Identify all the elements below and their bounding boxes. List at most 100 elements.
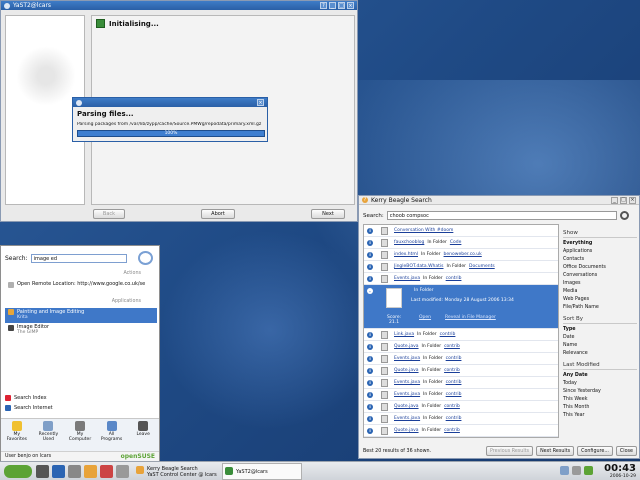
result-name[interactable]: Quote.java (394, 368, 419, 373)
info-icon[interactable]: i (367, 251, 373, 258)
collapse-icon[interactable]: - (367, 288, 373, 294)
show-filter-option[interactable]: Office Documents (563, 264, 637, 272)
file-manager-icon[interactable] (68, 465, 81, 478)
result-name[interactable]: JingleBOT.data.Whatis (394, 264, 444, 269)
last-modified-option[interactable]: This Month (563, 404, 637, 412)
result-folder[interactable]: contrib (446, 356, 462, 361)
result-folder[interactable]: Code (450, 240, 462, 245)
show-filter-option[interactable]: Everything (563, 240, 637, 248)
maximize-icon[interactable]: □ (338, 2, 345, 9)
result-name[interactable]: Events.java (394, 392, 420, 397)
show-filter-option[interactable]: Conversations (563, 272, 637, 280)
result-row[interactable]: i Quote.java In Folder contrib (364, 401, 558, 413)
info-icon[interactable]: i (367, 355, 373, 362)
search-index-link[interactable]: Search Index (5, 395, 47, 401)
tab-all-programs[interactable]: All Programs (96, 419, 128, 451)
last-modified-option[interactable]: Today (563, 380, 637, 388)
last-modified-option[interactable]: This Week (563, 396, 637, 404)
result-row[interactable]: i Events.java In Folder contrib (364, 389, 558, 401)
configure-button[interactable]: Configure... (577, 446, 613, 456)
result-name[interactable]: Events.java (394, 356, 420, 361)
info-icon[interactable]: i (367, 275, 373, 282)
show-filter-option[interactable]: Applications (563, 248, 637, 256)
desktop-pager-icon[interactable] (116, 465, 129, 478)
start-menu-button[interactable] (4, 465, 32, 478)
browser-icon[interactable] (52, 465, 65, 478)
minimize-icon[interactable]: _ (611, 196, 618, 204)
result-name[interactable]: Events.java (394, 380, 420, 385)
abort-button[interactable]: Abort (201, 209, 235, 219)
info-icon[interactable]: i (367, 239, 373, 246)
show-filter-option[interactable]: Images (563, 280, 637, 288)
update-icon[interactable] (584, 466, 593, 475)
info-icon[interactable]: i (367, 427, 373, 434)
search-icon[interactable] (138, 251, 153, 265)
show-filter-option[interactable]: Web Pages (563, 296, 637, 304)
result-folder[interactable]: contrib (444, 368, 460, 373)
home-icon[interactable] (84, 465, 97, 478)
result-row[interactable]: i Quote.java In Folder contrib (364, 341, 558, 353)
task-beagle[interactable]: Kerry Beagle Search YaST Control Center … (134, 463, 220, 480)
result-name[interactable]: fauxchooblog (394, 240, 424, 245)
info-icon[interactable]: i (367, 263, 373, 270)
result-folder[interactable]: contrib (446, 380, 462, 385)
beagle-titlebar[interactable]: ? Kerry Beagle Search _ □ × (359, 196, 639, 205)
search-internet-link[interactable]: Search Internet (5, 405, 53, 411)
result-name[interactable]: Link.java (394, 332, 414, 337)
sort-by-option[interactable]: Type (563, 326, 637, 334)
result-folder[interactable]: benoweber.co.uk (444, 252, 482, 257)
sort-by-option[interactable]: Relevance (563, 350, 637, 358)
sort-by-option[interactable]: Name (563, 342, 637, 350)
show-filter-option[interactable]: File/Path Name (563, 304, 637, 312)
result-row[interactable]: i Quote.java In Folder contrib (364, 425, 558, 437)
info-icon[interactable]: i (367, 391, 373, 398)
parsing-titlebar[interactable]: × (73, 98, 267, 107)
yast-titlebar[interactable]: YaST2@lcars ? _ □ × (1, 1, 357, 10)
show-filter-option[interactable]: Media (563, 288, 637, 296)
close-icon[interactable]: × (257, 99, 264, 106)
result-folder[interactable]: contrib (446, 392, 462, 397)
result-row[interactable]: i JingleBOT.data.Whatis In Folder Documents (364, 261, 558, 273)
result-folder[interactable]: contrib (446, 276, 462, 281)
result-name[interactable]: Quote.java (394, 404, 419, 409)
result-row-selected[interactable]: - In Folder Last modified: Monday 28 Augus… (364, 285, 558, 329)
result-row[interactable]: i Conversation With #doom (364, 225, 558, 237)
result-row[interactable]: i fauxchooblog In Folder Code (364, 237, 558, 249)
result-row[interactable]: i Link.java In Folder contrib (364, 329, 558, 341)
result-name[interactable]: Conversation With #doom (394, 228, 453, 233)
info-icon[interactable]: i (367, 367, 373, 374)
close-icon[interactable]: × (629, 196, 636, 204)
result-row[interactable]: i Events.java In Folder contrib (364, 413, 558, 425)
result-folder[interactable]: contrib (440, 332, 456, 337)
open-action[interactable]: Open (419, 315, 431, 320)
result-name[interactable]: Events.java (394, 416, 420, 421)
terminal-icon[interactable] (36, 465, 49, 478)
result-row[interactable]: i Events.java In Folder contrib (364, 377, 558, 389)
info-icon[interactable]: i (367, 415, 373, 422)
menu-item-gimp[interactable]: Image Editor The GIMP (5, 324, 157, 335)
tab-favorites[interactable]: My Favorites (1, 419, 33, 451)
last-modified-option[interactable]: Any Date (563, 372, 637, 380)
office-icon[interactable] (100, 465, 113, 478)
info-icon[interactable]: i (367, 227, 373, 234)
result-name[interactable]: index.html (394, 252, 418, 257)
result-folder[interactable]: contrib (444, 428, 460, 433)
network-icon[interactable] (560, 466, 569, 475)
info-icon[interactable]: i (367, 343, 373, 350)
result-folder[interactable]: contrib (446, 416, 462, 421)
info-icon[interactable]: i (367, 403, 373, 410)
result-folder[interactable]: Documents (469, 264, 495, 269)
reveal-action[interactable]: Reveal in File Manager (445, 315, 496, 320)
result-name[interactable]: Quote.java (394, 428, 419, 433)
menu-item-remote-location[interactable]: Open Remote Location: http://www.google.… (5, 281, 157, 288)
info-icon[interactable]: i (367, 379, 373, 386)
tab-recently-used[interactable]: Recently Used (33, 419, 65, 451)
result-name[interactable]: Events.java (394, 276, 420, 281)
help-icon[interactable]: ? (320, 2, 327, 9)
back-button[interactable]: Back (93, 209, 125, 219)
volume-icon[interactable] (572, 466, 581, 475)
minimize-icon[interactable]: _ (329, 2, 336, 9)
close-icon[interactable]: × (347, 2, 354, 9)
next-button[interactable]: Next (311, 209, 345, 219)
tab-my-computer[interactable]: My Computer (64, 419, 96, 451)
